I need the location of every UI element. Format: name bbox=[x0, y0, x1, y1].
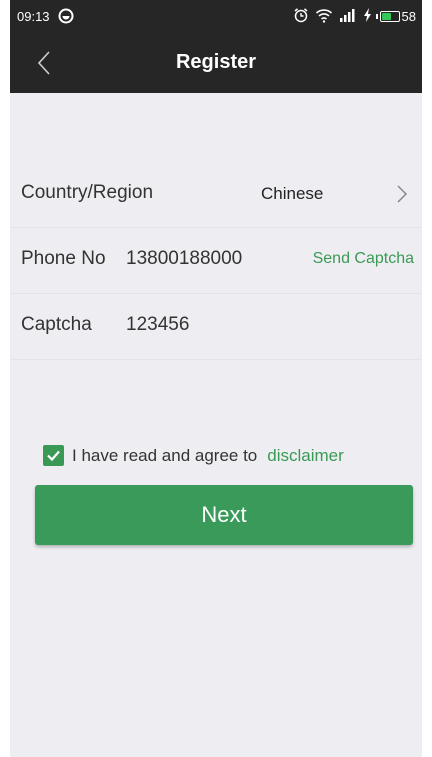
status-bar: 09:13 58 bbox=[10, 0, 422, 33]
register-screen: 09:13 58 Register Country/Region Chinese… bbox=[10, 0, 422, 757]
send-captcha-button[interactable]: Send Captcha bbox=[313, 250, 414, 268]
signal-icon bbox=[339, 7, 357, 26]
captcha-row: Captcha 123456 bbox=[10, 294, 422, 360]
charging-icon bbox=[363, 8, 372, 25]
header-bar: Register bbox=[10, 33, 422, 93]
alarm-icon bbox=[293, 7, 309, 26]
phone-label: Phone No bbox=[21, 248, 106, 269]
agreement: I have read and agree to disclaimer bbox=[43, 445, 344, 466]
status-time: 09:13 bbox=[17, 9, 50, 24]
battery-body bbox=[379, 11, 400, 22]
page-title: Register bbox=[175, 51, 257, 73]
country-region-row[interactable]: Country/Region Chinese bbox=[10, 162, 422, 228]
checkmark-icon bbox=[47, 450, 60, 462]
wifi-icon bbox=[315, 7, 333, 26]
battery-level: 58 bbox=[401, 9, 416, 24]
captcha-label: Captcha bbox=[21, 314, 92, 335]
captcha-input[interactable]: 123456 bbox=[126, 314, 189, 336]
phone-row: Phone No 13800188000 Send Captcha bbox=[10, 228, 422, 294]
agreement-text: I have read and agree to bbox=[72, 445, 258, 465]
sync-icon bbox=[58, 8, 74, 27]
disclaimer-link[interactable]: disclaimer bbox=[267, 446, 344, 466]
agree-checkbox[interactable] bbox=[43, 445, 64, 466]
country-region-label: Country/Region bbox=[21, 182, 154, 203]
battery-icon: 58 bbox=[375, 9, 416, 24]
next-button[interactable]: Next bbox=[35, 485, 413, 545]
chevron-right-icon bbox=[396, 184, 408, 210]
battery-fill bbox=[381, 13, 391, 20]
phone-input[interactable]: 13800188000 bbox=[126, 248, 242, 270]
status-icons: 58 bbox=[293, 7, 416, 26]
country-region-value: Chinese bbox=[261, 184, 324, 203]
battery-tip bbox=[375, 14, 378, 19]
